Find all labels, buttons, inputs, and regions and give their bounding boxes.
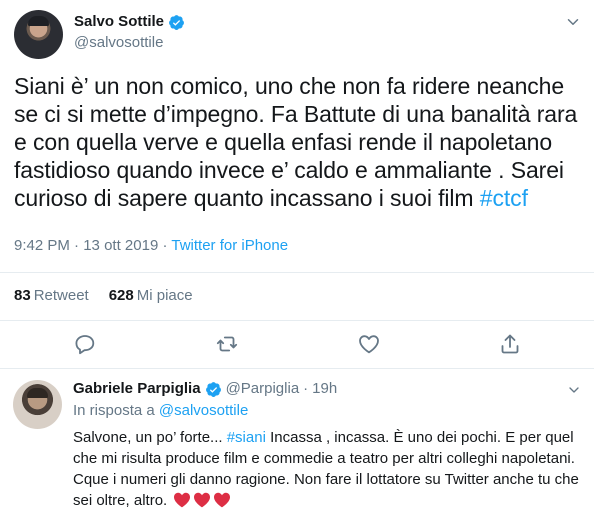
reply-hashtag-link[interactable]: #siani — [227, 429, 266, 446]
tweet-meta: 9:42 PM · 13 ott 2019 · Twitter for iPho… — [14, 236, 288, 256]
divider — [0, 320, 594, 321]
heart-emoji-group — [173, 492, 231, 508]
tweet-time[interactable]: 9:42 PM — [14, 237, 70, 254]
author-name[interactable]: Salvo Sottile — [74, 12, 164, 32]
avatar[interactable] — [13, 380, 62, 429]
like-stat[interactable]: 628 Mi piace — [109, 286, 193, 306]
share-button[interactable] — [498, 332, 522, 356]
reply-to-mention[interactable]: @salvosottile — [159, 402, 248, 419]
share-icon — [501, 334, 519, 354]
like-button[interactable] — [357, 332, 381, 356]
red-heart-emoji — [194, 492, 211, 508]
chevron-down-icon[interactable] — [564, 13, 582, 31]
like-icon — [359, 335, 379, 354]
meta-separator: · — [69, 237, 84, 254]
verified-icon — [169, 14, 184, 30]
reply-context: In risposta a @salvosottile — [73, 401, 248, 421]
reply-author-name[interactable]: Gabriele Parpiglia — [73, 379, 201, 399]
tweet-author: Salvo Sottile @salvosottile — [74, 12, 185, 53]
retweet-stat[interactable]: 83 Retweet — [14, 286, 89, 306]
like-label: Mi piace — [136, 287, 193, 304]
retweet-count: 83 — [14, 287, 31, 304]
reply-text: Salvone, un po’ forte... #siani Incassa … — [73, 427, 583, 510]
tweet-stats: 83 Retweet 628 Mi piace — [14, 286, 193, 306]
reply-time[interactable]: 19h — [312, 379, 337, 399]
retweet-icon — [216, 336, 238, 352]
verified-icon — [205, 381, 221, 397]
reply-to-prefix: In risposta a — [73, 402, 159, 419]
chevron-down-icon[interactable] — [566, 382, 582, 398]
hashtag-link[interactable]: #ctcf — [480, 185, 528, 211]
retweet-button[interactable] — [215, 332, 239, 356]
divider — [0, 272, 594, 273]
tweet-text: Siani è’ un non comico, uno che non fa r… — [14, 72, 584, 212]
tweet-date[interactable]: 13 ott 2019 — [83, 237, 158, 254]
reply-dot: · — [303, 380, 309, 397]
red-heart-emoji — [174, 492, 191, 508]
reply-tweet[interactable]: Gabriele Parpiglia @Parpiglia · 19h In r… — [0, 369, 594, 510]
red-heart-emoji — [214, 492, 231, 508]
reply-author-handle[interactable]: @Parpiglia — [226, 379, 300, 399]
retweet-label: Retweet — [33, 287, 89, 304]
tweet-actions — [0, 332, 594, 358]
reply-body-part1: Salvone, un po’ forte... — [73, 429, 227, 446]
avatar[interactable] — [14, 10, 63, 59]
author-name-row: Salvo Sottile — [74, 12, 185, 32]
reply-button[interactable] — [73, 332, 97, 356]
author-handle[interactable]: @salvosottile — [74, 33, 185, 53]
reply-header: Gabriele Parpiglia @Parpiglia · 19h — [73, 379, 337, 399]
meta-separator: · — [158, 237, 172, 254]
reply-icon — [75, 335, 95, 355]
tweet-source[interactable]: Twitter for iPhone — [171, 237, 288, 254]
like-count: 628 — [108, 287, 134, 304]
